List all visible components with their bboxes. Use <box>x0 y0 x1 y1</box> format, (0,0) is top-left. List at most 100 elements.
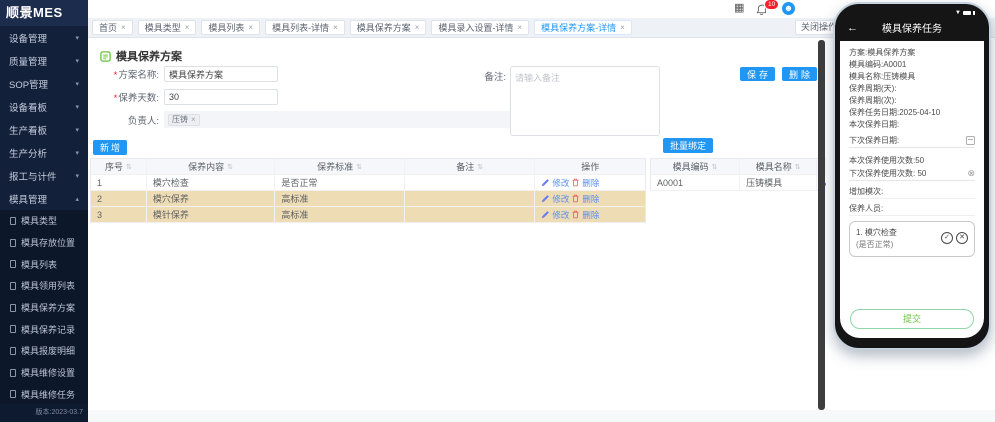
close-icon[interactable]: × <box>415 23 420 32</box>
close-icon[interactable]: × <box>517 23 522 32</box>
cell-remark <box>405 207 536 222</box>
vertical-scrollbar[interactable] <box>818 40 825 410</box>
sidebar-group-label: 生产分析 <box>9 146 47 160</box>
sidebar-item-repair-task[interactable]: 模具维修任务 <box>0 384 88 406</box>
sidebar-item-repair-setting[interactable]: 模具维修设置 <box>0 362 88 384</box>
col-mold-code[interactable]: 模具编码⇅ <box>651 159 740 174</box>
tab-home[interactable]: 首页 × <box>92 20 133 35</box>
edit-icon[interactable] <box>541 178 550 187</box>
sidebar-group-label: 设备管理 <box>9 31 47 45</box>
avatar[interactable]: ☻ <box>782 2 795 15</box>
edit-link[interactable]: 修改 <box>552 209 569 221</box>
sidebar-item-maintenance-record[interactable]: 模具保养记录 <box>0 318 88 340</box>
cross-circle-button[interactable]: ✕ <box>956 232 968 244</box>
table-row[interactable]: 2 模穴保养 高标准 修改 删除 <box>91 191 645 207</box>
sort-icon[interactable]: ⇅ <box>477 163 483 171</box>
sort-icon[interactable]: ⇅ <box>795 163 801 171</box>
sort-icon[interactable]: ⇅ <box>712 163 718 171</box>
tab-mold-type[interactable]: 模具类型 × <box>138 20 197 35</box>
table-row[interactable]: A0001 压铸模具 <box>651 175 826 191</box>
col-no[interactable]: 序号⇅ <box>91 159 147 174</box>
sidebar-item-mold-type[interactable]: 模具类型 <box>0 210 88 232</box>
sidebar-group-report-piece[interactable]: 报工与计件 ▾ <box>0 164 88 187</box>
sidebar: 顺景MES 设备管理 ▾ 质量管理 ▾ SOP管理 ▾ 设备看板 ▾ 生产看板 … <box>0 0 88 422</box>
close-icon[interactable]: × <box>248 23 253 32</box>
table-row[interactable]: 1 模穴检查 是否正常 修改 删除 <box>91 175 645 191</box>
chevron-down-icon: ▾ <box>75 172 79 180</box>
next-count-value: 50 <box>917 169 926 178</box>
clear-circle-icon[interactable]: ⊗ <box>967 169 975 178</box>
sort-icon[interactable]: ⇅ <box>227 163 233 171</box>
table-header-row: 序号⇅ 保养内容⇅ 保养标准⇅ 备注⇅ 操作 <box>91 159 645 175</box>
staff-field[interactable]: 保养人员: <box>849 202 975 216</box>
qr-code-icon[interactable]: ▦ <box>734 2 744 15</box>
tab-label: 模具保养方案-详情 <box>541 21 616 34</box>
plan-name-input[interactable] <box>164 66 278 82</box>
sidebar-item-mold-borrow-list[interactable]: 模具领用列表 <box>0 275 88 297</box>
next-date-field[interactable]: 下次保养日期: <box>849 134 975 148</box>
next-date-label: 下次保养日期: <box>849 135 899 146</box>
cell-remark <box>405 175 536 190</box>
sidebar-group-prod-board[interactable]: 生产看板 ▾ <box>0 118 88 141</box>
sidebar-item-scrap-detail[interactable]: 模具报废明细 <box>0 340 88 362</box>
trash-icon[interactable] <box>571 194 580 203</box>
sidebar-item-maintenance-plan[interactable]: 模具保养方案 <box>0 297 88 319</box>
edit-link[interactable]: 修改 <box>552 193 569 205</box>
check-circle-button[interactable]: ✓ <box>941 232 953 244</box>
cycle-days-input[interactable] <box>164 89 278 105</box>
tab-maintenance-plan[interactable]: 模具保养方案 × <box>350 20 427 35</box>
col-standard[interactable]: 保养标准⇅ <box>275 159 405 174</box>
delete-button[interactable]: 删除 <box>782 67 817 81</box>
tab-mold-list-detail[interactable]: 模具列表-详情 × <box>265 20 345 35</box>
sidebar-item-label: 模具报废明细 <box>21 344 75 357</box>
sidebar-item-mold-list[interactable]: 模具列表 <box>0 253 88 275</box>
edit-link[interactable]: 修改 <box>552 177 569 189</box>
task-card: 1. 模穴检查 (是否正常) ✓ ✕ <box>849 221 975 257</box>
back-arrow-icon[interactable]: ← <box>847 22 858 34</box>
delete-link[interactable]: 删除 <box>582 177 599 189</box>
cell-mold-code: A0001 <box>651 175 740 190</box>
tag-remove-icon[interactable]: × <box>191 115 196 124</box>
next-count-field[interactable]: 下次保养使用次数: 50 ⊗ <box>849 167 975 181</box>
submit-button[interactable]: 提交 <box>850 309 974 329</box>
sidebar-group-mold[interactable]: 模具管理 ▴ <box>0 187 88 210</box>
sidebar-group-sop[interactable]: SOP管理 ▾ <box>0 72 88 95</box>
add-item-button[interactable]: 新增 <box>93 140 127 155</box>
sidebar-group-equipment[interactable]: 设备管理 ▾ <box>0 26 88 49</box>
close-icon[interactable]: × <box>185 23 190 32</box>
sidebar-group-equip-board[interactable]: 设备看板 ▾ <box>0 95 88 118</box>
file-icon <box>10 260 16 268</box>
trash-icon[interactable] <box>571 210 580 219</box>
table-row[interactable]: 3 模针保养 高标准 修改 删除 <box>91 207 645 223</box>
status-triangle-icon: ▼ <box>955 10 961 16</box>
delete-link[interactable]: 删除 <box>582 193 599 205</box>
tab-mold-list[interactable]: 模具列表 × <box>201 20 260 35</box>
sidebar-item-mold-location[interactable]: 模具存放位置 <box>0 232 88 254</box>
close-icon[interactable]: × <box>121 23 126 32</box>
edit-icon[interactable] <box>541 194 550 203</box>
sidebar-group-quality[interactable]: 质量管理 ▾ <box>0 49 88 72</box>
sidebar-group-prod-analysis[interactable]: 生产分析 ▾ <box>0 141 88 164</box>
col-content[interactable]: 保养内容⇅ <box>147 159 276 174</box>
close-icon[interactable]: × <box>333 23 338 32</box>
cell-no: 2 <box>91 191 147 206</box>
trash-icon[interactable] <box>571 178 580 187</box>
col-mold-name[interactable]: 模具名称⇅ <box>740 159 817 174</box>
sort-icon[interactable]: ⇅ <box>126 163 132 171</box>
tab-entry-setting-detail[interactable]: 模具录入设置-详情 × <box>431 20 529 35</box>
calendar-icon[interactable] <box>966 136 975 145</box>
close-icon[interactable]: × <box>620 23 625 32</box>
next-count-label: 下次保养使用次数: <box>849 169 915 178</box>
remark-textarea[interactable] <box>510 66 660 136</box>
sort-icon[interactable]: ⇅ <box>356 163 362 171</box>
save-button[interactable]: 保存 <box>740 67 775 81</box>
add-count-field[interactable]: 增加模次: <box>849 185 975 199</box>
tab-maintenance-plan-detail[interactable]: 模具保养方案-详情 × <box>534 20 632 35</box>
edit-icon[interactable] <box>541 210 550 219</box>
delete-link[interactable]: 删除 <box>582 209 599 221</box>
col-remark[interactable]: 备注⇅ <box>405 159 536 174</box>
batch-bind-button[interactable]: 批量绑定 <box>663 138 713 153</box>
info-current-date: 本次保养日期: <box>849 119 975 131</box>
cell-remark <box>405 191 536 206</box>
cell-content: 模穴保养 <box>147 191 276 206</box>
